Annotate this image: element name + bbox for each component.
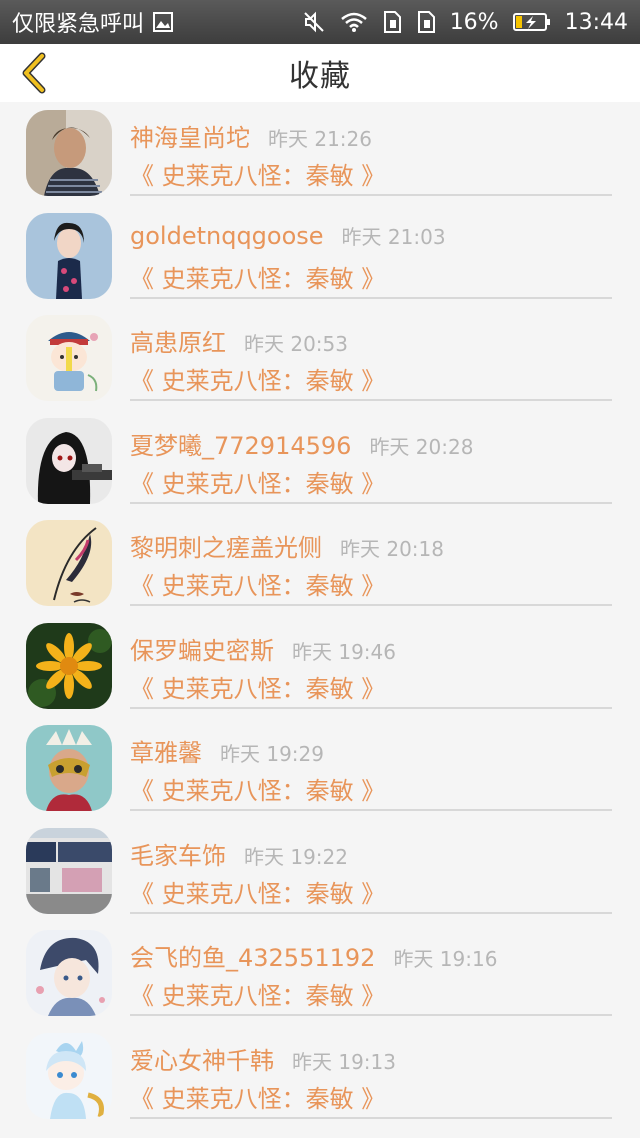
- timestamp: 昨天 19:46: [292, 639, 396, 664]
- book-title[interactable]: 《 史莱克八怪：秦敏 》: [130, 669, 385, 704]
- list-item[interactable]: goldetnqqgoose 昨天 21:03 《 史莱克八怪：秦敏 》: [0, 205, 640, 308]
- timestamp: 昨天 19:29: [220, 742, 324, 766]
- back-button[interactable]: [14, 52, 54, 94]
- user-name[interactable]: 章雅馨: [130, 733, 202, 768]
- sim2-icon: [416, 10, 436, 34]
- user-name[interactable]: goldetnqqgoose: [130, 222, 324, 250]
- user-name[interactable]: 神海皇尚坨: [130, 118, 250, 153]
- timestamp: 昨天 21:26: [268, 127, 372, 151]
- book-title[interactable]: 《 史莱克八怪：秦敏 》: [130, 874, 385, 909]
- sim1-icon: [382, 10, 402, 34]
- avatar: [26, 930, 112, 1016]
- chevron-left-icon: [22, 52, 46, 94]
- list-item[interactable]: 夏梦曦_772914596 昨天 20:28 《 史莱克八怪：秦敏 》: [0, 410, 640, 513]
- clock: 13:44: [564, 9, 628, 35]
- list-item[interactable]: 保罗蝙史密斯 昨天 19:46 《 史莱克八怪：秦敏 》: [0, 615, 640, 718]
- favorites-list: 神海皇尚坨 昨天 21:26 《 史莱克八怪：秦敏 》 goldetnqqgoo…: [0, 102, 640, 1138]
- book-title[interactable]: 《 史莱克八怪：秦敏 》: [130, 361, 385, 396]
- battery-charging-icon: [512, 12, 551, 32]
- list-item[interactable]: 毛家车饰 昨天 19:22 《 史莱克八怪：秦敏 》: [0, 820, 640, 923]
- book-title[interactable]: 《 史莱克八怪：秦敏 》: [130, 259, 385, 294]
- timestamp: 昨天 19:16: [393, 947, 498, 971]
- user-name[interactable]: 高患原红: [130, 323, 226, 358]
- mute-icon: [302, 10, 326, 34]
- user-name[interactable]: 爱心女神千韩: [130, 1041, 274, 1076]
- avatar: [26, 1032, 112, 1119]
- avatar: [26, 827, 112, 914]
- avatar: [26, 315, 112, 401]
- timestamp: 昨天 20:18: [340, 537, 444, 561]
- user-name[interactable]: 夏梦曦_772914596: [130, 426, 351, 461]
- user-name[interactable]: 毛家车饰: [130, 836, 226, 871]
- list-item[interactable]: 爱心女神千韩 昨天 19:13 《 史莱克八怪：秦敏 》: [0, 1025, 640, 1128]
- app-header: 收藏: [0, 44, 640, 102]
- battery-percent: 16%: [449, 9, 499, 35]
- carrier-text: 仅限紧急呼叫: [12, 12, 145, 37]
- book-title[interactable]: 《 史莱克八怪：秦敏 》: [130, 1079, 385, 1114]
- book-title[interactable]: 《 史莱克八怪：秦敏 》: [130, 771, 385, 806]
- timestamp: 昨天 21:03: [341, 224, 446, 249]
- timestamp: 昨天 19:22: [244, 844, 348, 869]
- status-bar: 仅限紧急呼叫 16% 13:44: [0, 0, 640, 44]
- timestamp: 昨天 20:53: [244, 332, 348, 356]
- book-title[interactable]: 《 史莱克八怪：秦敏 》: [130, 156, 385, 191]
- avatar: [26, 110, 112, 196]
- wifi-icon: [340, 11, 368, 33]
- user-name[interactable]: 保罗蝙史密斯: [130, 631, 274, 666]
- list-item[interactable]: 黎明刺之瘥盖光侧 昨天 20:18 《 史莱克八怪：秦敏 》: [0, 512, 640, 615]
- page-title: 收藏: [289, 59, 351, 94]
- image-notification-icon: [152, 11, 174, 33]
- user-name[interactable]: 黎明刺之瘥盖光侧: [130, 528, 322, 563]
- list-item[interactable]: 神海皇尚坨 昨天 21:26 《 史莱克八怪：秦敏 》: [0, 102, 640, 205]
- avatar: [26, 417, 112, 504]
- timestamp: 昨天 20:28: [369, 434, 474, 459]
- user-name[interactable]: 会飞的鱼_432551192: [130, 938, 375, 973]
- book-title[interactable]: 《 史莱克八怪：秦敏 》: [130, 464, 385, 499]
- list-item[interactable]: 高患原红 昨天 20:53 《 史莱克八怪：秦敏 》: [0, 307, 640, 410]
- avatar: [26, 725, 112, 811]
- avatar: [26, 622, 112, 709]
- avatar: [26, 212, 112, 299]
- book-title[interactable]: 《 史莱克八怪：秦敏 》: [130, 566, 385, 601]
- list-item[interactable]: 章雅馨 昨天 19:29 《 史莱克八怪：秦敏 》: [0, 717, 640, 820]
- book-title[interactable]: 《 史莱克八怪：秦敏 》: [130, 976, 385, 1011]
- list-item[interactable]: 会飞的鱼_432551192 昨天 19:16 《 史莱克八怪：秦敏 》: [0, 922, 640, 1025]
- avatar: [26, 520, 112, 606]
- timestamp: 昨天 19:13: [292, 1049, 396, 1074]
